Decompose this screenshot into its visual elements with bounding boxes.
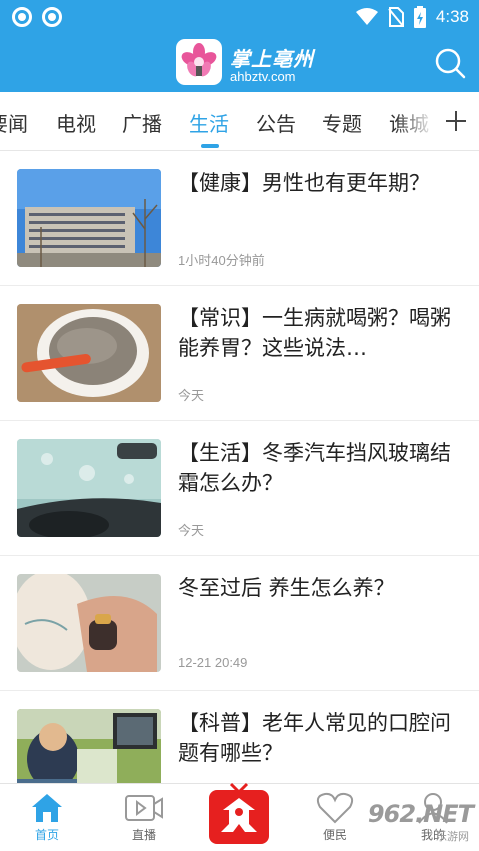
app-url: ahbztv.com [230, 69, 296, 84]
notification-icon [12, 7, 32, 27]
nav-convenience[interactable]: 便民 [300, 792, 370, 843]
news-title: 【常识】一生病就喝粥？喝粥能养胃？这些说法… [178, 306, 451, 360]
clock: 4:38 [435, 7, 469, 26]
news-item[interactable]: 【生活】冬季汽车挡风玻璃结霜怎么办？ 今天 [0, 421, 479, 556]
plus-icon [446, 111, 466, 131]
nav-live[interactable]: 直播 [109, 792, 179, 843]
center-tv-button[interactable] [207, 780, 271, 846]
app-header: 掌上亳州 ahbztv.com [0, 34, 479, 92]
news-thumbnail [17, 439, 161, 537]
notification-icon [42, 7, 62, 27]
news-item[interactable]: 【健康】男性也有更年期？ 1小时40分钟前 [0, 151, 479, 286]
flower-logo-icon [181, 43, 217, 77]
app-title: 掌上亳州 [230, 47, 314, 71]
channel-tabs: 要闻 电视 广播 生活 公告 专题 谯城 [0, 92, 479, 151]
app-logo [176, 39, 222, 85]
add-channel-button[interactable] [433, 92, 479, 150]
no-sim-icon [388, 7, 404, 27]
news-time: 今天 [178, 388, 205, 403]
news-title: 冬至过后 养生怎么养？ [178, 576, 395, 600]
news-time: 今天 [178, 523, 205, 538]
watermark: 962.NET 乐游网 [367, 800, 474, 843]
search-icon [435, 48, 466, 79]
watermark-brand: 962.NET [367, 800, 474, 828]
tab-gonggao[interactable]: 公告 [256, 108, 296, 137]
news-title: 【生活】冬季汽车挡风玻璃结霜怎么办？ [178, 441, 451, 495]
tab-guangbo[interactable]: 广播 [122, 108, 162, 137]
news-title: 【科普】老年人常见的口腔问题有哪些？ [178, 711, 451, 765]
tab-shenghuo[interactable]: 生活 [189, 108, 229, 137]
battery-icon [413, 6, 426, 28]
watermark-sub: 乐游网 [436, 830, 469, 843]
tv-logo-icon [209, 782, 269, 844]
nav-live-label: 直播 [131, 828, 156, 842]
tab-dianshi[interactable]: 电视 [56, 108, 96, 137]
news-list: 【健康】男性也有更年期？ 1小时40分钟前 【常识】一生病就喝粥？喝粥能养胃？这… [0, 151, 479, 826]
heart-icon [316, 792, 354, 824]
status-bar: 4:38 [0, 0, 479, 34]
tab-yaowen[interactable]: 要闻 [0, 108, 28, 137]
home-icon [32, 794, 62, 822]
news-item[interactable]: 【常识】一生病就喝粥？喝粥能养胃？这些说法… 今天 [0, 286, 479, 421]
active-tab-indicator [201, 144, 219, 148]
search-button[interactable] [433, 46, 467, 80]
news-item[interactable]: 冬至过后 养生怎么养？ 12-21 20:49 [0, 556, 479, 691]
tab-zhuanti[interactable]: 专题 [322, 108, 362, 137]
news-thumbnail [17, 304, 161, 402]
nav-home-label: 首页 [34, 828, 59, 842]
news-thumbnail [17, 169, 161, 267]
news-title: 【健康】男性也有更年期？ [178, 171, 430, 195]
wifi-icon [355, 8, 378, 25]
news-time: 1小时40分钟前 [178, 253, 265, 268]
nav-home[interactable]: 首页 [12, 792, 82, 843]
nav-convenience-label: 便民 [322, 828, 347, 842]
news-time: 12-21 20:49 [178, 655, 248, 670]
live-play-icon [125, 795, 163, 821]
news-thumbnail [17, 574, 161, 672]
